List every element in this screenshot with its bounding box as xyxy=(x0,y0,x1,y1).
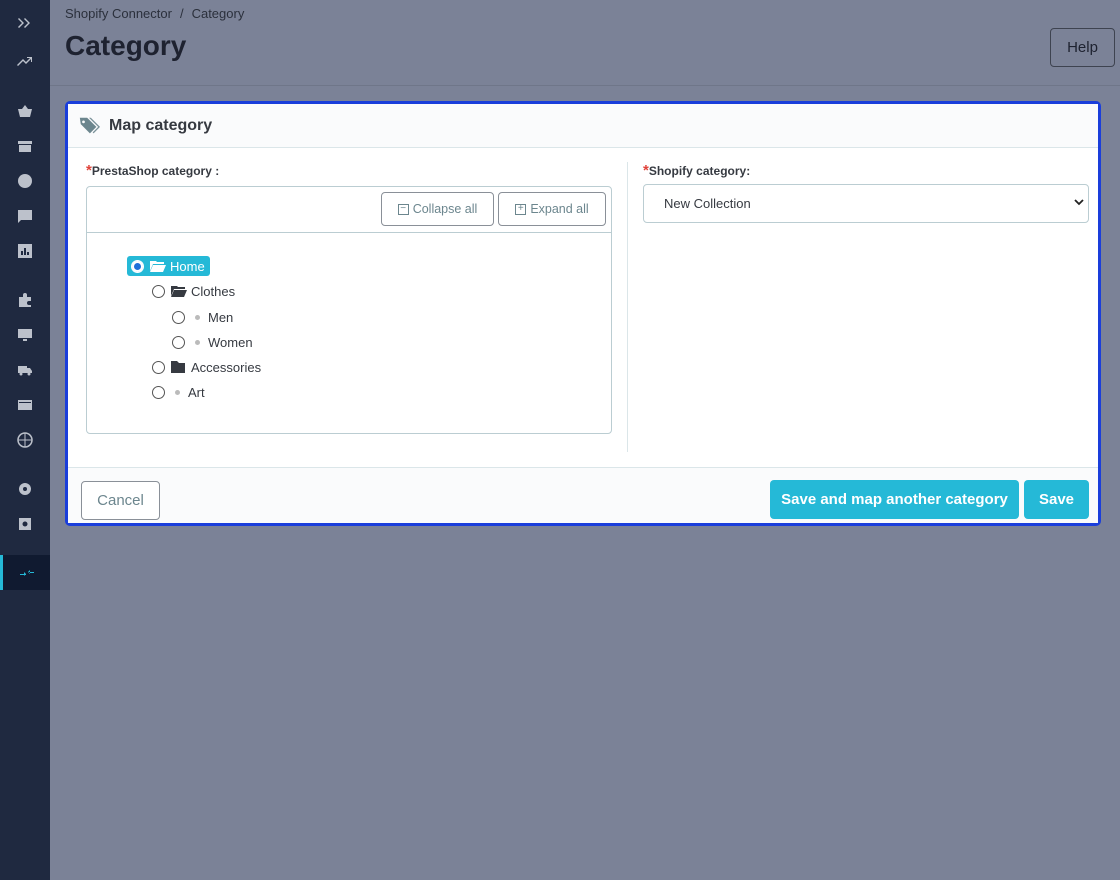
orders-icon[interactable] xyxy=(0,93,50,128)
page-title: Category xyxy=(65,30,187,61)
folder-closed-icon xyxy=(171,361,187,373)
save-button[interactable]: Save xyxy=(1024,480,1089,519)
card-footer: Cancel Save and map another category Sav… xyxy=(68,467,1098,523)
shipping-icon[interactable] xyxy=(0,352,50,387)
tree-label-art: Art xyxy=(188,384,205,400)
tree-radio-home[interactable] xyxy=(131,259,144,273)
chevron-down-icon xyxy=(1074,199,1084,206)
tree-node-art[interactable]: Art xyxy=(152,382,205,402)
expand-icon[interactable] xyxy=(0,5,50,40)
tree-node-home[interactable]: Home xyxy=(127,256,210,276)
tree-radio-art[interactable] xyxy=(152,385,165,399)
tree-node-women[interactable]: Women xyxy=(172,332,253,352)
card-header: Map category xyxy=(68,104,1098,148)
save-and-map-another-button[interactable]: Save and map another category xyxy=(770,480,1019,519)
collapse-all-label: Collapse all xyxy=(412,202,478,216)
shopify-connector-icon[interactable] xyxy=(0,555,50,590)
leaf-dot-icon xyxy=(195,339,200,345)
advanced-icon[interactable] xyxy=(0,506,50,541)
tree-radio-accessories[interactable] xyxy=(152,360,165,374)
column-divider xyxy=(627,162,628,452)
minus-square-icon: − xyxy=(397,203,409,215)
leaf-dot-icon xyxy=(195,314,200,320)
tree-label-accessories: Accessories xyxy=(191,359,262,375)
tree-label-men: Men xyxy=(208,309,234,325)
tree-radio-women[interactable] xyxy=(172,335,185,349)
breadcrumb-separator: / xyxy=(179,6,184,21)
sidebar xyxy=(0,0,50,880)
customers-icon[interactable] xyxy=(0,163,50,198)
expand-all-label: Expand all xyxy=(530,202,589,216)
cancel-button[interactable]: Cancel xyxy=(81,481,160,520)
tree-label-women: Women xyxy=(208,334,253,350)
tree-node-clothes[interactable]: Clothes xyxy=(152,281,235,301)
breadcrumb: Shopify Connector / Category xyxy=(65,6,244,21)
folder-open-icon xyxy=(150,260,166,272)
tree-node-accessories[interactable]: Accessories xyxy=(152,357,261,377)
prestashop-category-label: *PrestaShop category : xyxy=(86,162,219,179)
modules-icon[interactable] xyxy=(0,282,50,317)
page-header: Shopify Connector / Category Category Help xyxy=(50,0,1120,86)
folder-open-icon xyxy=(171,285,187,297)
tree-label-home: Home xyxy=(170,258,205,274)
tree-label-clothes: Clothes xyxy=(191,283,236,299)
category-tree: − Collapse all + Expand all Home Clothes… xyxy=(86,186,612,434)
expand-all-button[interactable]: + Expand all xyxy=(498,192,606,226)
stats-icon[interactable] xyxy=(0,44,50,79)
international-icon[interactable] xyxy=(0,422,50,457)
leaf-dot-icon xyxy=(175,389,180,395)
map-category-card: Map category *PrestaShop category : − Co… xyxy=(65,101,1101,526)
settings-icon[interactable] xyxy=(0,471,50,506)
messages-icon[interactable] xyxy=(0,198,50,233)
prestashop-category-label-text: PrestaShop category : xyxy=(91,164,220,178)
tree-node-men[interactable]: Men xyxy=(172,307,233,327)
shopify-category-label: *Shopify category: xyxy=(643,162,750,179)
shopify-category-label-text: Shopify category: xyxy=(648,164,751,178)
shopify-category-select[interactable]: New Collection xyxy=(643,184,1089,223)
tags-icon xyxy=(79,117,100,133)
shopify-category-value: New Collection xyxy=(664,196,751,211)
tree-node-home-highlight: Home xyxy=(127,256,210,276)
design-icon[interactable] xyxy=(0,317,50,352)
payment-icon[interactable] xyxy=(0,387,50,422)
breadcrumb-parent[interactable]: Shopify Connector xyxy=(65,6,172,21)
tree-toolbar: − Collapse all + Expand all xyxy=(87,187,611,233)
reports-icon[interactable] xyxy=(0,233,50,268)
catalog-icon[interactable] xyxy=(0,128,50,163)
tree-radio-men[interactable] xyxy=(172,310,185,324)
tree-radio-clothes[interactable] xyxy=(152,284,165,298)
help-button[interactable]: Help xyxy=(1050,28,1115,67)
collapse-all-button[interactable]: − Collapse all xyxy=(381,192,494,226)
plus-square-icon: + xyxy=(515,203,527,215)
breadcrumb-current: Category xyxy=(191,6,245,21)
card-title: Map category xyxy=(109,116,213,134)
